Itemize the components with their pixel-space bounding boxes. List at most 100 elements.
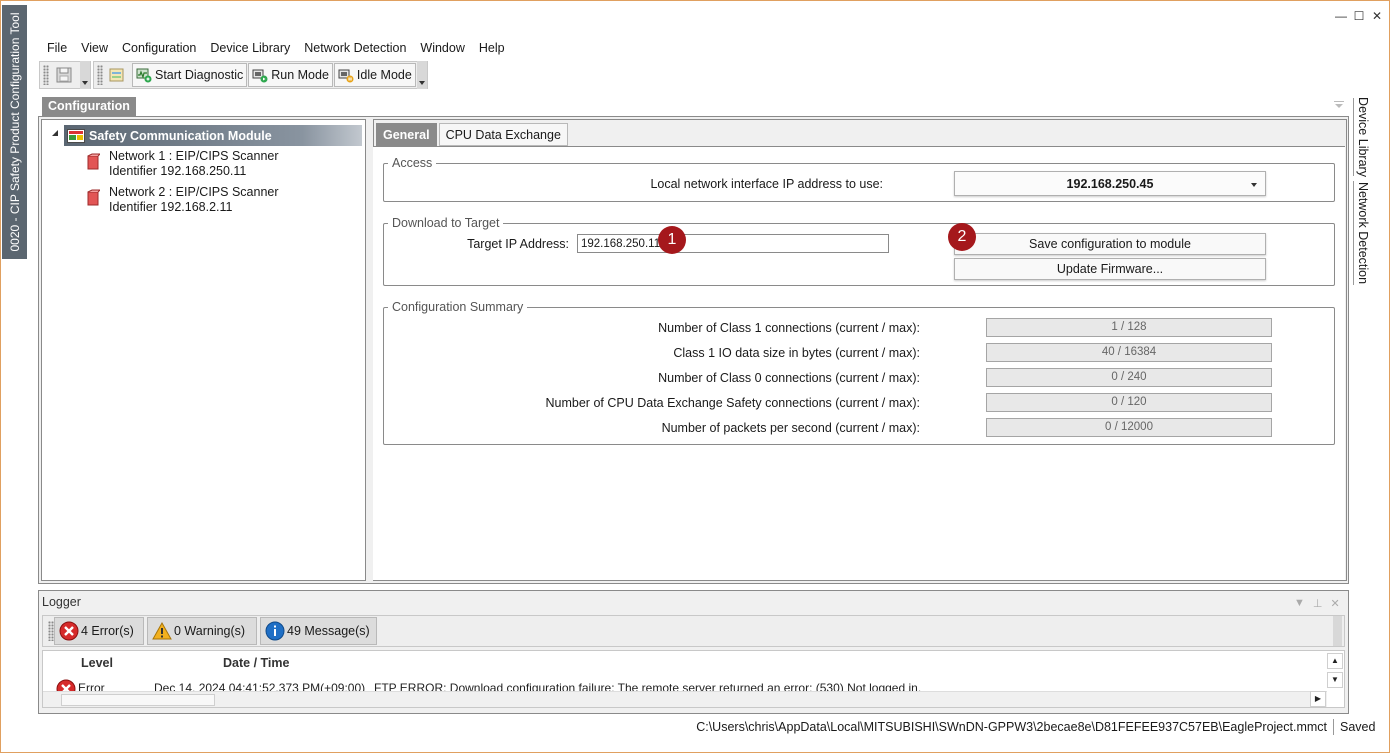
dock-tab-device-library-label: Device Library — [1356, 97, 1370, 177]
status-bar: C:\Users\chris\AppData\Local\MITSUBISHI\… — [1, 717, 1389, 737]
errors-count: 4 Error(s) — [81, 624, 134, 638]
scanner-icon — [87, 153, 100, 170]
download-legend: Download to Target — [392, 216, 500, 230]
open-folder-icon — [109, 68, 124, 82]
scrollbar-thumb[interactable] — [61, 694, 215, 706]
app-title: 0020 - CIP Safety Product Configuration … — [7, 12, 22, 252]
summary-row-label: Class 1 IO data size in bytes (current /… — [673, 346, 920, 360]
tab-cpu-data-exchange[interactable]: CPU Data Exchange — [438, 123, 568, 146]
toolbar-grip[interactable] — [43, 65, 49, 85]
menu-view[interactable]: View — [75, 39, 116, 59]
tree-node-label: Network 1 : EIP/CIPS Scanner — [109, 149, 279, 163]
warnings-count: 0 Warning(s) — [174, 624, 246, 638]
summary-row-label: Number of Class 0 connections (current /… — [658, 371, 920, 385]
app-window: 0020 - CIP Safety Product Configuration … — [0, 0, 1390, 753]
horizontal-scrollbar[interactable] — [43, 691, 1327, 707]
summary-row-value: 0 / 120 — [986, 393, 1272, 412]
local-ip-label: Local network interface IP address to us… — [650, 177, 883, 191]
warning-icon — [152, 621, 172, 640]
start-diagnostic-button[interactable]: Start Diagnostic — [132, 63, 248, 87]
dock-tab-network-detection-label: Network Detection — [1356, 181, 1370, 285]
toolbar-overflow-dropdown[interactable] — [416, 61, 427, 89]
action-toolbar: Start Diagnostic Run Mode Idle Mode — [93, 61, 428, 89]
maximize-icon[interactable]: ☐ — [1353, 9, 1365, 23]
logger-toolbar-overflow-dropdown[interactable] — [1333, 616, 1342, 646]
configuration-panel-title[interactable]: Configuration — [42, 97, 136, 116]
close-icon[interactable]: ✕ — [1371, 9, 1383, 23]
warnings-filter-button[interactable]: 0 Warning(s) — [147, 617, 257, 645]
panel-menu-icon[interactable] — [1334, 101, 1344, 109]
dock-tab-device-library[interactable]: Device Library — [1353, 97, 1372, 177]
menu-window[interactable]: Window — [414, 39, 472, 59]
logger-close-icon[interactable]: ✕ — [1330, 597, 1339, 610]
summary-row-label: Number of packets per second (current / … — [661, 421, 920, 435]
run-mode-label: Run Mode — [271, 68, 329, 82]
tree-root-safety-module[interactable]: Safety Communication Module — [64, 125, 362, 146]
window-controls: — ☐ ✕ — [1335, 9, 1383, 23]
logger-menu-icon[interactable]: ▼ — [1294, 597, 1305, 610]
scanner-icon — [87, 189, 100, 206]
status-separator — [1333, 719, 1334, 735]
save-configuration-button[interactable]: Save configuration to module — [954, 233, 1266, 255]
pin-icon[interactable]: ⊥ — [1313, 597, 1323, 610]
run-mode-button[interactable]: Run Mode — [248, 63, 333, 87]
messages-filter-button[interactable]: 49 Message(s) — [260, 617, 377, 645]
file-toolbar — [39, 61, 91, 89]
tree-node-label: Network 2 : EIP/CIPS Scanner — [109, 185, 279, 199]
summary-row-value: 0 / 240 — [986, 368, 1272, 387]
save-button[interactable] — [52, 63, 79, 87]
menu-help[interactable]: Help — [473, 39, 513, 59]
column-header-datetime[interactable]: Date / Time — [223, 656, 289, 670]
module-icon — [67, 128, 85, 143]
toolbar-overflow-dropdown[interactable] — [80, 61, 90, 89]
tree-collapse-arrow-icon[interactable] — [52, 130, 58, 136]
idle-mode-label: Idle Mode — [356, 68, 412, 82]
scroll-down-button[interactable]: ▼ — [1327, 672, 1343, 688]
idle-mode-button[interactable]: Idle Mode — [333, 63, 416, 87]
summary-legend: Configuration Summary — [392, 300, 524, 314]
menu-device-library[interactable]: Device Library — [204, 39, 298, 59]
local-ip-value: 192.168.250.45 — [1066, 177, 1154, 191]
column-header-level[interactable]: Level — [81, 656, 113, 670]
app-title-bar: 0020 - CIP Safety Product Configuration … — [2, 5, 27, 259]
scroll-up-button[interactable]: ▲ — [1327, 653, 1343, 669]
step-badge-2: 2 — [948, 223, 976, 251]
logger-controls: ▼ ⊥ ✕ — [1294, 597, 1340, 610]
target-ip-label: Target IP Address: — [467, 237, 569, 251]
menu-network-detection[interactable]: Network Detection — [298, 39, 414, 59]
tree-node-identifier: Identifier 192.168.250.11 — [109, 164, 247, 178]
device-tree: Safety Communication Module Network 1 : … — [41, 119, 366, 581]
summary-row-label: Number of Class 1 connections (current /… — [658, 321, 920, 335]
errors-filter-button[interactable]: 4 Error(s) — [54, 617, 144, 645]
local-ip-dropdown[interactable]: 192.168.250.45 — [954, 171, 1266, 196]
dock-tab-network-detection[interactable]: Network Detection — [1353, 181, 1372, 285]
start-diagnostic-label: Start Diagnostic — [155, 68, 244, 82]
settings-tabs: General CPU Data Exchange — [376, 123, 570, 146]
error-icon — [59, 621, 79, 641]
tab-general[interactable]: General — [376, 123, 437, 146]
access-legend: Access — [392, 156, 433, 170]
save-status: Saved — [1340, 720, 1376, 734]
tree-node-network-2[interactable]: Network 2 : EIP/CIPS Scanner Identifier … — [86, 185, 279, 215]
step-badge-1: 1 — [658, 226, 686, 254]
menu-file[interactable]: File — [41, 39, 75, 59]
summary-row-value: 1 / 128 — [986, 318, 1272, 337]
menu-configuration[interactable]: Configuration — [116, 39, 204, 59]
scroll-right-button[interactable]: ▶ — [1310, 691, 1326, 707]
run-mode-icon — [252, 69, 268, 83]
toolbar-grip[interactable] — [97, 65, 103, 85]
tree-node-identifier: Identifier 192.168.2.11 — [109, 200, 233, 214]
update-firmware-button[interactable]: Update Firmware... — [954, 258, 1266, 280]
idle-mode-icon — [338, 69, 354, 83]
minimize-icon[interactable]: — — [1335, 9, 1347, 23]
summary-row-value: 0 / 12000 — [986, 418, 1272, 437]
target-ip-input[interactable] — [577, 234, 889, 253]
open-button[interactable] — [106, 63, 131, 87]
summary-row-label: Number of CPU Data Exchange Safety conne… — [545, 396, 920, 410]
tree-root-label: Safety Communication Module — [89, 128, 272, 143]
tree-node-network-1[interactable]: Network 1 : EIP/CIPS Scanner Identifier … — [86, 149, 279, 179]
diagnostic-icon — [136, 68, 152, 83]
chevron-down-icon — [1251, 183, 1257, 187]
menu-bar: File View Configuration Device Library N… — [41, 39, 513, 59]
project-path: C:\Users\chris\AppData\Local\MITSUBISHI\… — [696, 720, 1327, 734]
